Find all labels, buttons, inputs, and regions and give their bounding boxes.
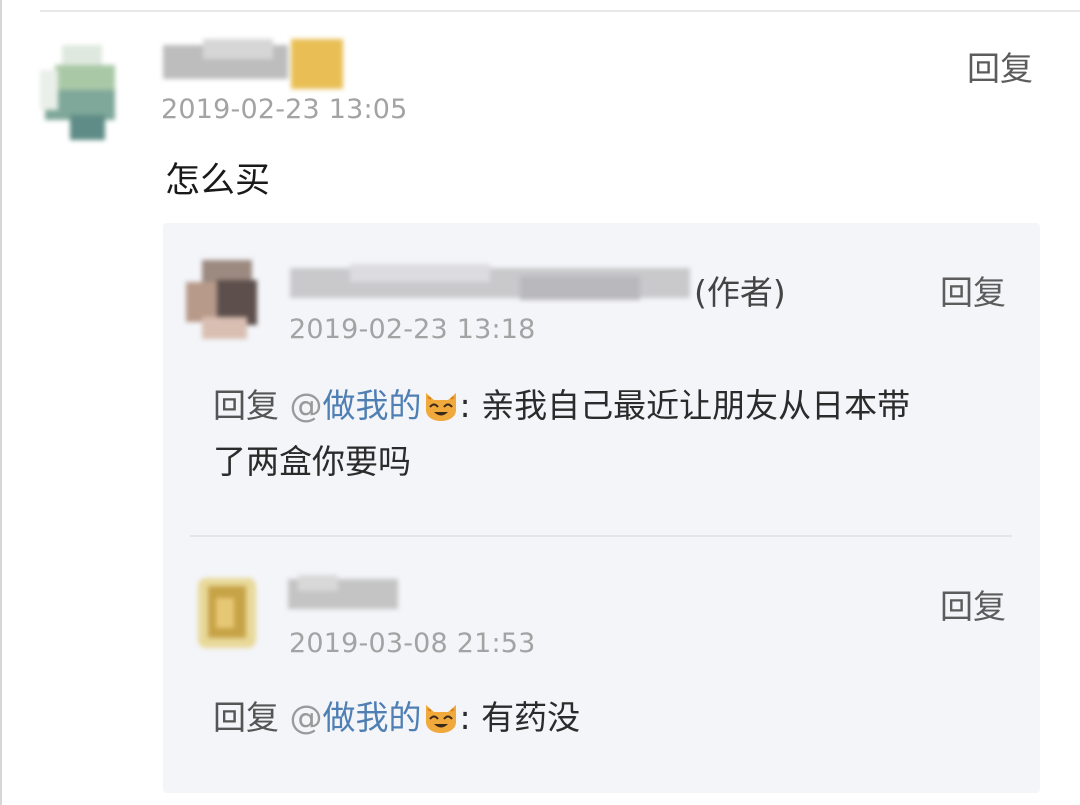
comment-timestamp: 2019-02-23 13:05 bbox=[161, 94, 408, 125]
reply-button[interactable]: 回复 bbox=[940, 266, 1006, 314]
author-name[interactable] bbox=[290, 262, 690, 306]
mention-link[interactable]: 做我的 bbox=[323, 386, 422, 425]
replier-avatar[interactable] bbox=[198, 578, 256, 648]
reply-text-line1: : 有药没 bbox=[459, 698, 581, 737]
at-sign: @ bbox=[289, 386, 323, 425]
comment-text: 怎么买 bbox=[165, 161, 271, 201]
reply-text-line1: : 亲我自己最近让朋友从日本带 bbox=[459, 386, 911, 425]
replier-name[interactable] bbox=[288, 575, 398, 615]
at-sign: @ bbox=[289, 698, 323, 737]
commenter-avatar[interactable] bbox=[40, 40, 130, 140]
reply-timestamp: 2019-03-08 21:53 bbox=[289, 628, 536, 659]
reply-prefix: 回复 bbox=[213, 698, 279, 737]
reply-text-line2: 了两盒你要吗 bbox=[213, 442, 411, 481]
reply-button[interactable]: 回复 bbox=[940, 580, 1006, 628]
cat-face-icon bbox=[425, 393, 456, 421]
commenter-name[interactable] bbox=[163, 35, 343, 90]
author-tag: (作者) bbox=[694, 273, 786, 312]
reply-prefix: 回复 bbox=[213, 386, 279, 425]
reply-text: 回复 @做我的 : 有药没 bbox=[213, 690, 1013, 746]
reply-button[interactable]: 回复 bbox=[967, 42, 1033, 90]
reply-timestamp: 2019-02-23 13:18 bbox=[289, 314, 536, 345]
reply-text: 回复 @做我的 : 亲我自己最近让朋友从日本带 了两盒你要吗 bbox=[213, 378, 1013, 490]
left-border bbox=[0, 0, 2, 805]
author-avatar[interactable] bbox=[182, 252, 270, 342]
comment-thread: 2019-02-23 13:05 回复 怎么买 (作者) 回复 2019-02-… bbox=[0, 0, 1080, 805]
mention-link[interactable]: 做我的 bbox=[323, 698, 422, 737]
top-divider bbox=[40, 10, 1080, 12]
cat-face-icon bbox=[425, 705, 456, 733]
reply-divider bbox=[190, 535, 1012, 537]
